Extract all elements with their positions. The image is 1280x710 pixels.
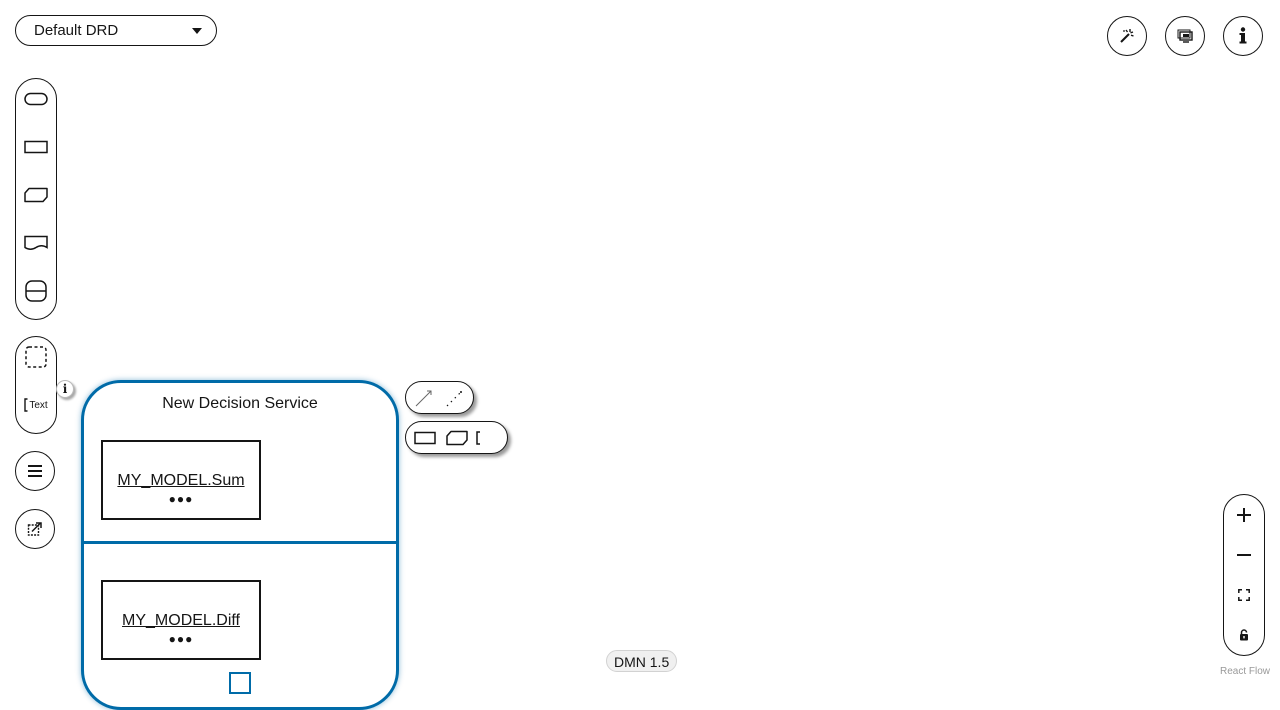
knowledge-source-icon (24, 235, 48, 250)
information-requirement-handle[interactable] (412, 386, 436, 410)
decision-service-icon (25, 280, 47, 302)
zoom-out-button[interactable] (1224, 535, 1264, 575)
node-palette (15, 78, 57, 320)
knowledge-requirement-handle[interactable] (443, 386, 467, 410)
chevron-down-icon (192, 27, 202, 34)
solid-arrow-icon (415, 390, 432, 406)
add-text-annotation-handle[interactable] (475, 426, 501, 450)
palette-group[interactable] (16, 337, 56, 377)
dmn-version-badge: DMN 1.5 (606, 650, 678, 672)
palette-knowledge-source[interactable] (16, 223, 56, 263)
external-link-icon (27, 522, 42, 536)
decision-icon (24, 140, 48, 154)
react-flow-attribution[interactable]: React Flow (1220, 666, 1270, 677)
more-options-icon[interactable]: ●●● (103, 633, 259, 645)
text-annotation-label: Text (29, 399, 48, 411)
fit-view-icon (1238, 589, 1250, 601)
decision-node-name[interactable]: MY_MODEL.Diff (103, 612, 259, 630)
decision-node-diff[interactable]: MY_MODEL.Diff ●●● (101, 580, 261, 660)
properties-panel-button[interactable] (1223, 16, 1263, 56)
palette-text-annotation[interactable]: Text (16, 385, 56, 425)
auto-layout-button[interactable] (1107, 16, 1147, 56)
hamburger-list-icon (28, 465, 42, 477)
fit-view-button[interactable] (1224, 575, 1264, 615)
lock-button[interactable] (1224, 615, 1264, 655)
magic-wand-icon (1120, 29, 1134, 43)
screen-overlays-icon (1177, 29, 1193, 43)
overlays-button[interactable] (1165, 16, 1205, 56)
dashed-arrow-icon (446, 390, 463, 406)
business-knowledge-model-icon (445, 430, 468, 445)
minus-icon (1237, 554, 1251, 556)
palette-decision-service[interactable] (16, 271, 56, 311)
text-annotation-bracket-icon (476, 430, 480, 445)
zoom-in-button[interactable] (1224, 495, 1264, 535)
palette-input-data[interactable] (16, 79, 56, 119)
resize-handle[interactable] (229, 672, 251, 694)
add-decision-handle[interactable] (412, 426, 438, 450)
drd-selector[interactable]: Default DRD (15, 15, 217, 46)
decision-service-node[interactable]: New Decision Service MY_MODEL.Sum ●●● MY… (81, 380, 399, 710)
node-handles-toolbar (405, 421, 508, 454)
decision-node-sum[interactable]: MY_MODEL.Sum ●●● (101, 440, 261, 520)
more-options-icon[interactable]: ●●● (103, 493, 259, 505)
drd-selector-value: Default DRD (34, 22, 119, 39)
plus-icon (1237, 508, 1251, 522)
add-knowledge-model-handle[interactable] (444, 426, 470, 450)
decision-service-divider[interactable] (81, 541, 399, 544)
annotation-palette: Text (15, 336, 57, 434)
decision-icon (414, 431, 436, 444)
palette-business-knowledge-model[interactable] (16, 175, 56, 215)
decision-service-title[interactable]: New Decision Service (84, 395, 396, 413)
zoom-controls (1223, 494, 1265, 656)
business-knowledge-model-icon (24, 187, 48, 203)
input-data-icon (24, 92, 48, 106)
text-annotation-bracket-icon (24, 398, 28, 412)
edge-handles-toolbar (405, 381, 474, 414)
group-icon (25, 346, 47, 368)
info-icon: i (62, 382, 68, 396)
lock-icon (1240, 629, 1248, 641)
info-icon (1239, 27, 1247, 44)
palette-decision[interactable] (16, 127, 56, 167)
node-info-badge[interactable]: i (56, 380, 74, 398)
decision-node-name[interactable]: MY_MODEL.Sum (103, 472, 259, 490)
external-nodes-button[interactable] (15, 509, 55, 549)
drg-elements-button[interactable] (15, 451, 55, 491)
